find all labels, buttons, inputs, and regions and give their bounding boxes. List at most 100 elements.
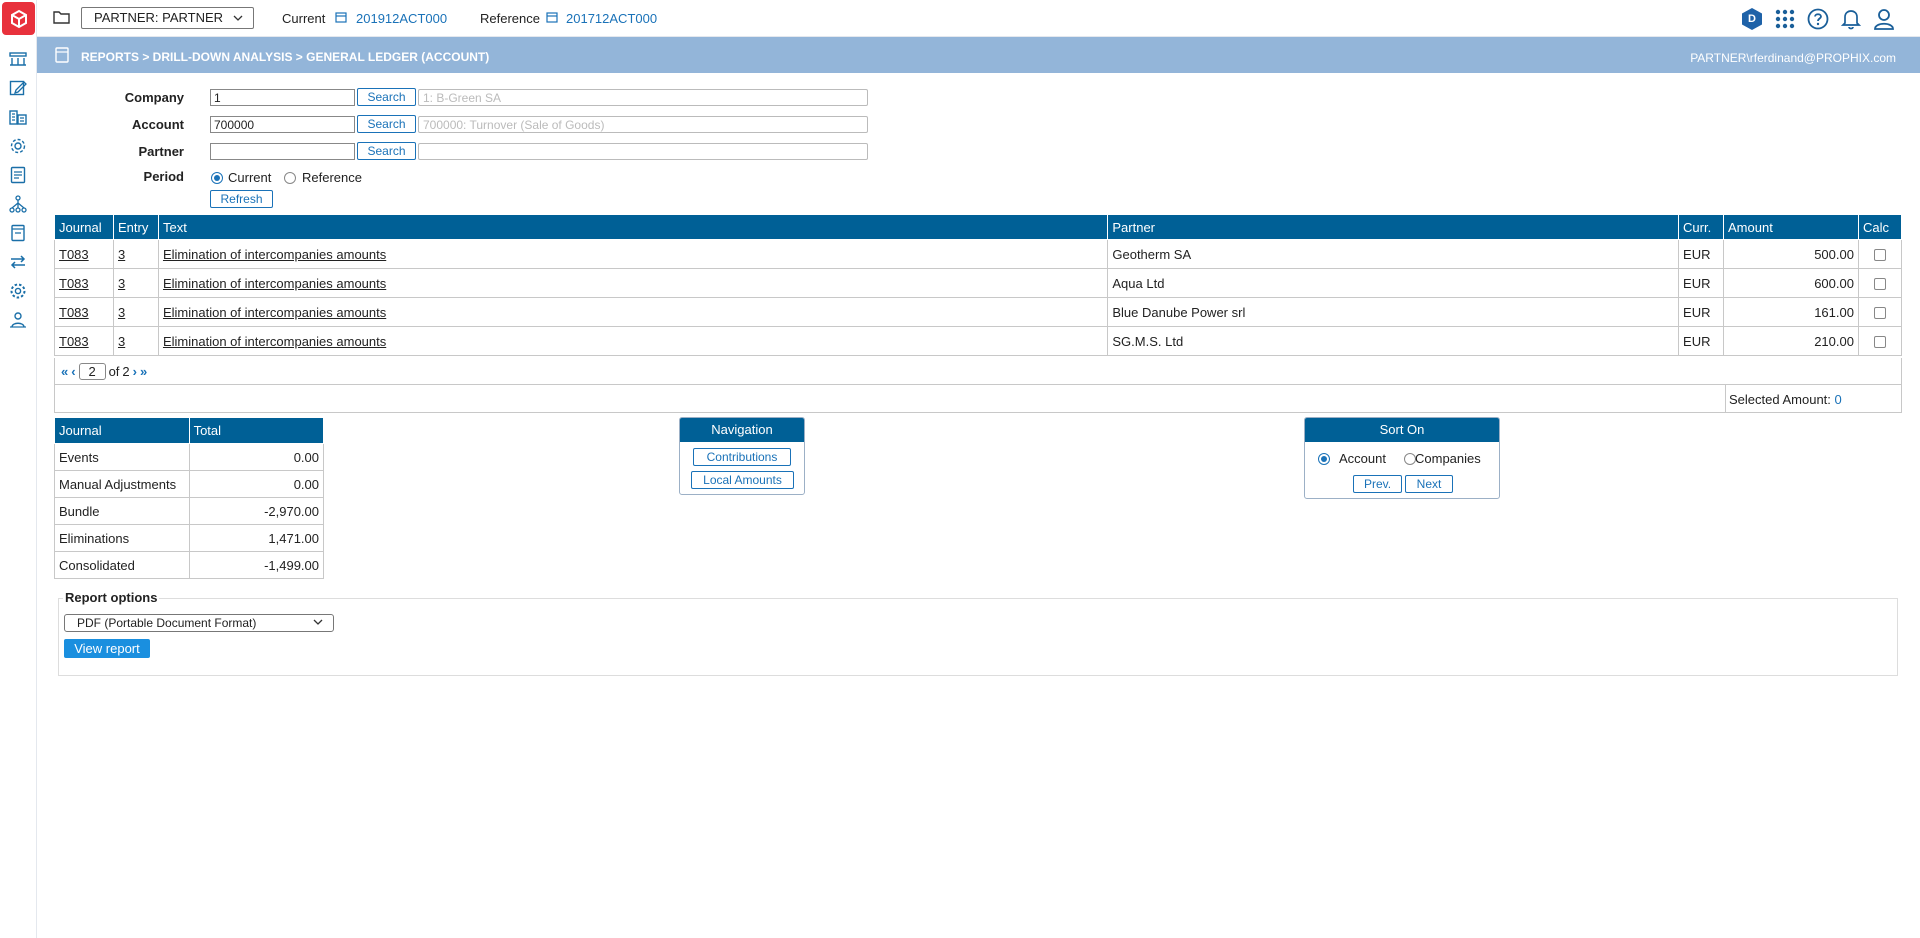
partner-search-button[interactable]: Search	[357, 142, 416, 160]
table-row: Bundle -2,970.00	[54, 497, 325, 525]
totals-label: Events	[54, 443, 190, 471]
company-search-button[interactable]: Search	[357, 88, 416, 106]
first-page-button[interactable]: «	[61, 364, 68, 379]
text-link[interactable]: Elimination of intercompanies amounts	[163, 247, 386, 262]
prev-page-button[interactable]: ‹	[71, 364, 75, 379]
journal-nav-icon[interactable]	[7, 222, 29, 244]
currency-cell: EUR	[1678, 297, 1725, 327]
totals-label: Manual Adjustments	[54, 470, 190, 498]
col-partner[interactable]: Partner	[1107, 214, 1680, 240]
journal-link[interactable]: T083	[59, 276, 89, 291]
user-badge-icon[interactable]: D	[1740, 7, 1764, 31]
edit-nav-icon[interactable]	[7, 77, 29, 99]
calc-checkbox[interactable]	[1873, 278, 1886, 291]
calc-checkbox[interactable]	[1873, 249, 1886, 262]
period-current-label: Current	[228, 170, 272, 185]
view-report-button[interactable]: View report	[64, 639, 150, 658]
current-period-value[interactable]: 201912ACT000	[356, 11, 447, 26]
text-link[interactable]: Elimination of intercompanies amounts	[163, 334, 386, 349]
current-period-label: Current	[282, 11, 326, 26]
report-options-box	[58, 598, 1898, 676]
col-entry[interactable]: Entry	[112, 214, 159, 240]
account-label: Account	[132, 117, 184, 132]
local-amounts-button[interactable]: Local Amounts	[691, 471, 794, 489]
user-profile-icon[interactable]	[1872, 7, 1896, 31]
left-nav-rail	[0, 0, 37, 938]
reports-nav-icon[interactable]	[7, 48, 29, 70]
calendar-icon[interactable]	[546, 11, 558, 23]
journal-link[interactable]: T083	[59, 247, 89, 262]
journal-link[interactable]: T083	[59, 334, 89, 349]
settings-gear-nav-icon[interactable]	[7, 135, 29, 157]
col-currency[interactable]: Curr.	[1678, 214, 1725, 240]
prophix-logo-icon[interactable]	[2, 2, 35, 35]
breadcrumb-bar: REPORTS > DRILL-DOWN ANALYSIS > GENERAL …	[37, 37, 1920, 73]
period-current-radio[interactable]	[211, 172, 223, 184]
table-row: Events 0.00	[54, 443, 325, 471]
amount-cell: 210.00	[1723, 326, 1859, 356]
hierarchy-nav-icon[interactable]	[7, 193, 29, 215]
reference-period-label: Reference	[480, 11, 540, 26]
apps-grid-icon[interactable]	[1773, 7, 1797, 31]
col-text[interactable]: Text	[157, 214, 1109, 240]
period-reference-label: Reference	[302, 170, 362, 185]
user-badge-letter: D	[1742, 8, 1762, 30]
text-link[interactable]: Elimination of intercompanies amounts	[163, 305, 386, 320]
next-page-button[interactable]: ›	[133, 364, 137, 379]
notifications-bell-icon[interactable]	[1839, 7, 1863, 31]
partner-cell: SG.M.S. Ltd	[1107, 326, 1680, 356]
report-book-icon	[54, 47, 70, 63]
reference-period-value[interactable]: 201712ACT000	[566, 11, 657, 26]
pager-row: « ‹ 2 of 2 › »	[54, 358, 1902, 385]
sort-prev-button[interactable]: Prev.	[1353, 475, 1402, 493]
col-calc[interactable]: Calc	[1857, 214, 1903, 240]
totals-value: 0.00	[188, 470, 325, 498]
admin-gear-nav-icon[interactable]	[7, 280, 29, 302]
text-link[interactable]: Elimination of intercompanies amounts	[163, 276, 386, 291]
document-nav-icon[interactable]	[7, 164, 29, 186]
journal-totals-table: Journal Total Events 0.00 Manual Adjustme…	[54, 417, 325, 579]
entry-link[interactable]: 3	[118, 247, 125, 262]
amount-cell: 161.00	[1723, 297, 1859, 327]
selected-amount-cell: Selected Amount: 0	[1725, 385, 1902, 412]
report-format-select[interactable]: PDF (Portable Document Format)	[64, 614, 334, 632]
page-number-input[interactable]: 2	[78, 363, 106, 380]
partner-select[interactable]: PARTNER: PARTNER	[81, 7, 254, 29]
help-icon[interactable]	[1806, 7, 1830, 31]
transfer-nav-icon[interactable]	[7, 251, 29, 273]
last-page-button[interactable]: »	[140, 364, 147, 379]
partner-select-value: PARTNER: PARTNER	[94, 10, 224, 25]
calendar-icon[interactable]	[335, 11, 347, 23]
amount-cell: 500.00	[1723, 239, 1859, 269]
entry-link[interactable]: 3	[118, 276, 125, 291]
amount-cell: 600.00	[1723, 268, 1859, 298]
sort-next-button[interactable]: Next	[1405, 475, 1453, 493]
currency-cell: EUR	[1678, 326, 1725, 356]
companies-nav-icon[interactable]	[7, 106, 29, 128]
report-format-value: PDF (Portable Document Format)	[77, 616, 257, 630]
calc-checkbox[interactable]	[1873, 307, 1886, 320]
refresh-button[interactable]: Refresh	[210, 190, 273, 208]
contributions-button[interactable]: Contributions	[693, 448, 791, 466]
entry-link[interactable]: 3	[118, 305, 125, 320]
pager-total: 2	[122, 364, 130, 379]
partner-cell: Blue Danube Power srl	[1107, 297, 1680, 327]
account-search-button[interactable]: Search	[357, 115, 416, 133]
totals-label: Eliminations	[54, 524, 190, 552]
selected-amount-value: 0	[1834, 392, 1842, 407]
partner-input[interactable]	[210, 143, 355, 160]
col-amount[interactable]: Amount	[1723, 214, 1859, 240]
account-input[interactable]	[210, 116, 355, 133]
period-reference-radio[interactable]	[284, 172, 296, 184]
company-input[interactable]	[210, 89, 355, 106]
top-bar: PARTNER: PARTNER Current 201912ACT000 Re…	[37, 0, 1920, 37]
journal-link[interactable]: T083	[59, 305, 89, 320]
calc-checkbox[interactable]	[1873, 336, 1886, 349]
col-journal[interactable]: Journal	[54, 214, 114, 240]
sort-account-radio[interactable]	[1318, 453, 1330, 465]
users-nav-icon[interactable]	[7, 309, 29, 331]
entry-link[interactable]: 3	[118, 334, 125, 349]
folder-icon[interactable]	[53, 9, 71, 27]
currency-cell: EUR	[1678, 239, 1725, 269]
table-row: T083 3 Elimination of intercompanies amo…	[54, 268, 1903, 298]
